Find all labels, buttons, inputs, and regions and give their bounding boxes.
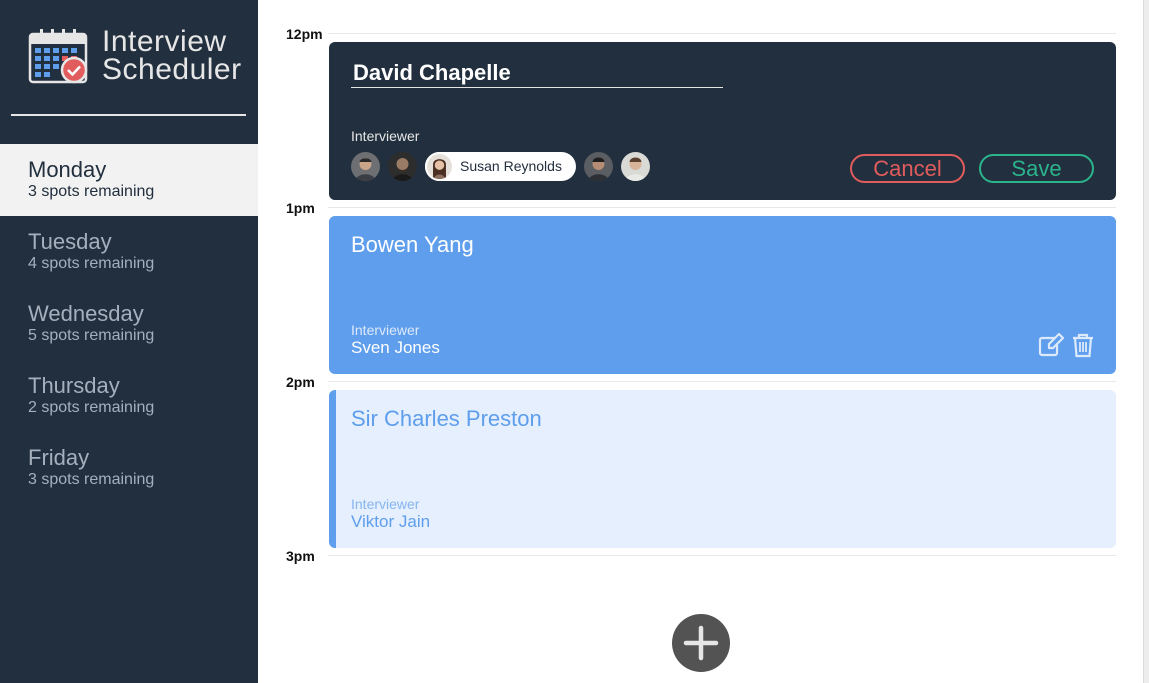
interviewer-avatar[interactable] — [351, 151, 380, 181]
selected-interviewer-name: Susan Reynolds — [460, 158, 562, 174]
day-name: Monday — [28, 157, 107, 182]
interviewer-label: Interviewer — [351, 322, 420, 338]
trash-icon[interactable] — [1070, 332, 1096, 358]
app-title-line2: Scheduler — [102, 53, 242, 86]
student-name: Sir Charles Preston — [351, 406, 542, 431]
interviewer-list: Susan Reynolds — [351, 151, 658, 181]
interviewer-avatar[interactable] — [583, 151, 613, 181]
interviewer-selected[interactable]: Susan Reynolds — [425, 151, 576, 181]
day-item-wednesday[interactable]: Wednesday 5 spots remaining — [0, 288, 258, 360]
day-spots: 3 spots remaining — [28, 183, 155, 200]
hour-label-1pm: 1pm — [286, 200, 315, 216]
day-spots: 4 spots remaining — [28, 255, 155, 272]
save-button[interactable]: Save — [979, 154, 1094, 183]
hour-divider — [328, 555, 1116, 556]
add-appointment-button[interactable] — [672, 614, 730, 672]
day-spots: 5 spots remaining — [28, 327, 155, 344]
avatar-icon — [620, 151, 650, 181]
appointment-form: Interviewer Susan Reynolds Cancel Save — [329, 42, 1116, 200]
interviewer-name: Viktor Jain — [351, 512, 431, 531]
avatar-icon — [583, 151, 613, 181]
plus-icon — [672, 614, 730, 672]
interviewer-label: Interviewer — [351, 128, 420, 144]
hour-divider — [328, 33, 1116, 34]
edit-icon[interactable] — [1038, 332, 1065, 358]
sidebar: Interview Scheduler Monday 3 spots remai… — [0, 0, 258, 683]
interviewer-label: Interviewer — [351, 496, 420, 512]
interviewer-avatar[interactable] — [388, 151, 417, 181]
avatar-icon — [388, 151, 417, 181]
app-logo: Interview Scheduler — [28, 25, 248, 88]
day-item-tuesday[interactable]: Tuesday 4 spots remaining — [0, 216, 258, 288]
day-name: Tuesday — [28, 229, 112, 254]
avatar-icon — [427, 153, 452, 179]
interviewer-avatar[interactable] — [620, 151, 650, 181]
appointment-actions — [1038, 332, 1096, 358]
student-name: Bowen Yang — [351, 232, 474, 257]
cancel-button[interactable]: Cancel — [850, 154, 965, 183]
schedule: 12pm 1pm 2pm 3pm Interviewer Susan Reyno… — [258, 0, 1149, 683]
appointment-pending: Sir Charles Preston Interviewer Viktor J… — [329, 390, 1116, 548]
day-name: Friday — [28, 445, 90, 470]
sidebar-divider — [11, 114, 246, 116]
hour-label-2pm: 2pm — [286, 374, 315, 390]
interviewer-name: Sven Jones — [351, 338, 440, 357]
app-title: Interview Scheduler — [102, 25, 242, 86]
hour-divider — [328, 207, 1116, 208]
hour-label-12pm: 12pm — [286, 26, 323, 42]
hour-label-3pm: 3pm — [286, 548, 315, 564]
day-item-monday[interactable]: Monday 3 spots remaining — [0, 144, 258, 216]
day-spots: 2 spots remaining — [28, 399, 155, 416]
day-item-friday[interactable]: Friday 3 spots remaining — [0, 432, 258, 504]
day-name: Thursday — [28, 373, 120, 398]
app-title-line1: Interview — [102, 25, 227, 58]
day-name: Wednesday — [28, 301, 144, 326]
calendar-logo-icon — [28, 29, 88, 84]
interviewer-avatar — [425, 151, 454, 181]
day-item-thursday[interactable]: Thursday 2 spots remaining — [0, 360, 258, 432]
day-spots: 3 spots remaining — [28, 471, 155, 488]
student-name-input[interactable] — [351, 58, 723, 88]
hour-divider — [328, 381, 1116, 382]
day-list: Monday 3 spots remaining Tuesday 4 spots… — [0, 144, 258, 504]
window-scrollbar[interactable] — [1143, 0, 1149, 683]
appointment-booked: Bowen Yang Interviewer Sven Jones — [329, 216, 1116, 374]
avatar-icon — [351, 151, 380, 181]
